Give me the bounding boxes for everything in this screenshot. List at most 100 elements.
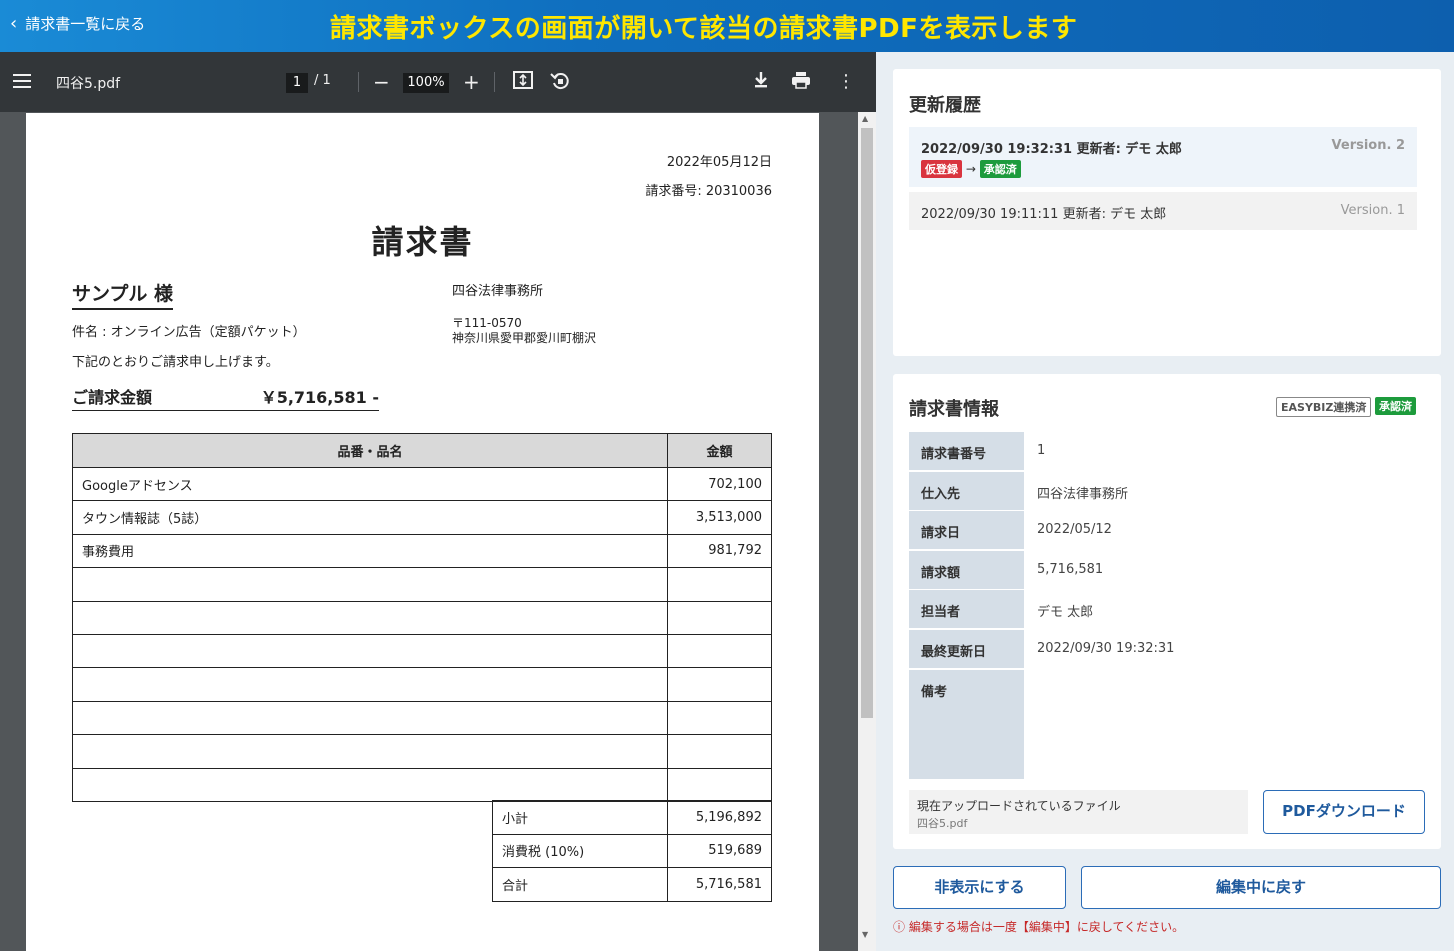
history-entry[interactable]: 2022/09/30 19:32:31 更新者: デモ 太郎 Version. … [909,127,1417,187]
pdf-page: 2022年05月12日 請求番号: 20310036 請求書 サンプル 様 件名… [26,113,819,951]
info-row-assignee: 担当者 デモ 太郎 [909,590,1417,628]
table-header-row: 品番・品名 金額 [72,433,772,468]
history-entry-version: Version. 1 [1340,203,1405,218]
info-value: 2022/09/30 19:32:31 [1037,641,1175,656]
total-label: 小計 [492,800,668,835]
table-row [72,700,772,736]
info-label: 最終更新日 [909,630,1024,668]
history-entry[interactable]: 2022/09/30 19:11:11 更新者: デモ 太郎 Version. … [909,192,1417,230]
table-row [72,734,772,769]
history-title: 更新履歴 [909,95,981,116]
total-label: 消費税 (10%) [492,833,668,868]
table-row: Googleアドセンス 702,100 [72,466,772,502]
toolbar-divider [358,72,359,92]
totals-table: 小計 5,196,892 消費税 (10%) 519,689 合計 5,716,581 [492,800,772,902]
status-change: 仮登録 → 承認済 [921,160,1021,178]
scroll-down-arrow-icon[interactable]: ▼ [862,930,868,939]
invoice-number: 請求番号: 20310036 [645,184,772,199]
total-value: 519,689 [667,833,772,868]
table-row: 事務費用 981,792 [72,533,772,569]
arrow-icon: → [965,162,976,176]
scroll-up-arrow-icon[interactable]: ▲ [862,114,868,123]
invoice-info-title: 請求書情報 [909,399,999,420]
total-label: 合計 [492,867,668,902]
item-name [72,767,668,802]
item-name: 事務費用 [72,533,668,569]
edit-warning: ⓘ 編集する場合は一度【編集中】に戻してください。 [893,920,1185,934]
more-options-icon[interactable]: ⋮ [837,70,855,94]
col-amount-header: 金額 [667,433,772,468]
info-row-last-updated: 最終更新日 2022/09/30 19:32:31 [909,630,1417,668]
table-row [72,600,772,635]
pdf-download-button[interactable]: PDFダウンロード [1263,790,1425,834]
item-name [72,567,668,602]
back-label: 請求書一覧に戻る [25,15,146,33]
table-row: 消費税 (10%) 519,689 [492,833,772,868]
invoice-date: 2022年05月12日 [666,155,772,170]
item-amount [667,567,772,602]
item-name [72,633,668,669]
item-amount [667,700,772,736]
item-name: タウン情報誌（5誌） [72,500,668,535]
item-amount [667,667,772,702]
top-bar: ‹ 請求書一覧に戻る 請求書ボックスの画面が開いて該当の請求書PDFを表示します [0,0,1454,52]
banner-caption: 請求書ボックスの画面が開いて該当の請求書PDFを表示します [330,14,1078,44]
history-entry-text: 2022/09/30 19:32:31 更新者: デモ 太郎 [921,142,1182,157]
info-value: デモ 太郎 [1037,605,1094,620]
page-total: / 1 [314,73,331,88]
item-name [72,600,668,635]
item-name [72,667,668,702]
table-row [72,567,772,602]
col-item-header: 品番・品名 [72,433,668,468]
table-row: タウン情報誌（5誌） 3,513,000 [72,500,772,535]
zoom-out-icon[interactable]: − [373,70,390,94]
info-label: 請求日 [909,511,1024,549]
page-number-input[interactable]: 1 [286,73,308,93]
info-row-invoice-no: 請求書番号 1 [909,432,1417,470]
back-to-list-link[interactable]: ‹ 請求書一覧に戻る [10,13,145,34]
pdf-toolbar: 四谷5.pdf 1 / 1 − 100% + ⋮ [0,52,876,112]
issuer-address: 神奈川県愛甲郡愛川町棚沢 [452,331,597,345]
invoice-info-panel: 請求書情報 EASYBIZ連携済 承認済 請求書番号 1 仕入先 四谷法律事務所… [893,374,1441,849]
history-entry-text: 2022/09/30 19:11:11 更新者: デモ 太郎 [921,207,1167,222]
item-amount [667,633,772,669]
download-icon[interactable] [751,70,771,95]
print-icon[interactable] [791,70,811,95]
table-row [72,767,772,802]
items-table: 品番・品名 金額 Googleアドセンス 702,100 タウン情報誌（5誌） 3,… [72,433,772,802]
pdf-filename: 四谷5.pdf [56,76,121,92]
table-row: 小計 5,196,892 [492,800,772,835]
zoom-input[interactable]: 100% [403,73,449,93]
item-amount [667,600,772,635]
status-badge-provisional: 仮登録 [921,160,962,178]
item-amount: 3,513,000 [667,500,772,535]
invoice-note: 下記のとおりご請求申し上げます。 [72,355,279,370]
menu-icon[interactable] [13,74,31,88]
revert-to-editing-button[interactable]: 編集中に戻す [1081,866,1441,909]
info-value: 2022/05/12 [1037,522,1112,537]
zoom-in-icon[interactable]: + [463,70,480,94]
hide-button[interactable]: 非表示にする [893,866,1066,909]
item-amount [667,767,772,802]
scrollbar-thumb[interactable] [861,128,873,718]
info-row-supplier: 仕入先 四谷法律事務所 [909,472,1417,510]
chevron-left-icon: ‹ [10,12,18,34]
table-row [72,667,772,702]
issuer-company: 四谷法律事務所 [452,284,544,299]
info-label: 備考 [909,670,1024,779]
total-value: 5,196,892 [667,800,772,835]
table-row [72,633,772,669]
pdf-viewer: 四谷5.pdf 1 / 1 − 100% + ⋮ ▲ ▼ 2022年05月12日… [0,52,876,951]
info-label: 請求書番号 [909,432,1024,470]
approved-badge: 承認済 [1375,397,1416,415]
history-entry-version: Version. 2 [1331,138,1405,153]
fit-page-icon[interactable] [512,70,534,95]
file-label: 現在アップロードされているファイル [917,799,1121,813]
info-label: 仕入先 [909,472,1024,510]
billing-amount-label: ご請求金額 [72,388,153,407]
easybiz-badge: EASYBIZ連携済 [1276,397,1372,417]
billing-amount: ご請求金額 ￥5,716,581 - [72,384,379,411]
rotate-icon[interactable] [549,70,571,97]
client-name: サンプル 様 [72,279,174,310]
invoice-subject: 件名 : オンライン広告（定額パケット） [72,325,306,340]
